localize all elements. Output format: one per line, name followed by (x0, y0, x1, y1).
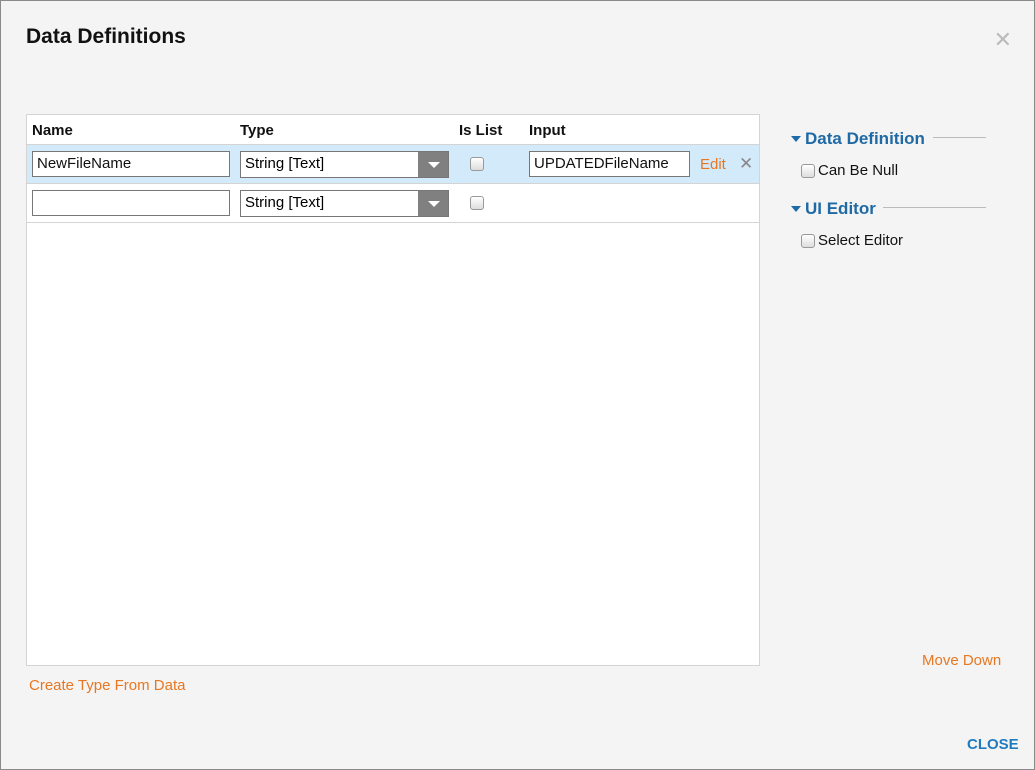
chevron-down-icon[interactable] (418, 191, 448, 216)
name-input[interactable] (32, 190, 230, 216)
select-editor-option[interactable]: Select Editor (801, 232, 903, 249)
section-title: UI Editor (805, 199, 876, 218)
input-field[interactable]: UPDATEDFileName (529, 151, 690, 177)
type-value: String [Text] (245, 155, 325, 172)
chevron-down-icon[interactable] (418, 152, 448, 177)
is-list-checkbox[interactable] (470, 157, 484, 171)
option-label: Can Be Null (818, 162, 899, 179)
ui-editor-section[interactable]: UI Editor (791, 199, 876, 219)
data-definition-section[interactable]: Data Definition (791, 129, 925, 149)
definitions-grid: Name Type Is List Input NewFileName Stri… (26, 114, 760, 666)
can-be-null-checkbox[interactable] (801, 163, 815, 178)
header-is-list: Is List (459, 122, 503, 139)
edit-link[interactable]: Edit (700, 156, 726, 173)
is-list-checkbox[interactable] (470, 196, 484, 210)
close-button[interactable]: CLOSE (967, 736, 1019, 753)
section-title: Data Definition (805, 129, 925, 148)
type-select[interactable]: String [Text] (240, 190, 449, 217)
type-value: String [Text] (245, 194, 325, 211)
divider (883, 207, 986, 208)
option-label: Select Editor (818, 232, 904, 249)
create-type-from-data-link[interactable]: Create Type From Data (29, 677, 185, 694)
dialog-title: Data Definitions (26, 25, 186, 48)
table-row[interactable]: NewFileName String [Text] UPDATEDFileNam… (27, 145, 759, 184)
name-input[interactable]: NewFileName (32, 151, 230, 177)
header-type: Type (240, 122, 274, 139)
move-down-link[interactable]: Move Down (922, 652, 1001, 669)
table-row[interactable]: String [Text] (27, 184, 759, 223)
close-icon[interactable]: ✕ (994, 27, 1012, 53)
type-select[interactable]: String [Text] (240, 151, 449, 178)
header-input: Input (529, 122, 566, 139)
grid-header: Name Type Is List Input (27, 115, 759, 145)
data-definitions-dialog: Data Definitions ✕ Name Type Is List Inp… (0, 0, 1035, 770)
divider (933, 137, 986, 138)
select-editor-checkbox[interactable] (801, 233, 815, 248)
delete-icon[interactable]: ✕ (739, 154, 753, 174)
header-name: Name (32, 122, 73, 139)
can-be-null-option[interactable]: Can Be Null (801, 162, 898, 179)
